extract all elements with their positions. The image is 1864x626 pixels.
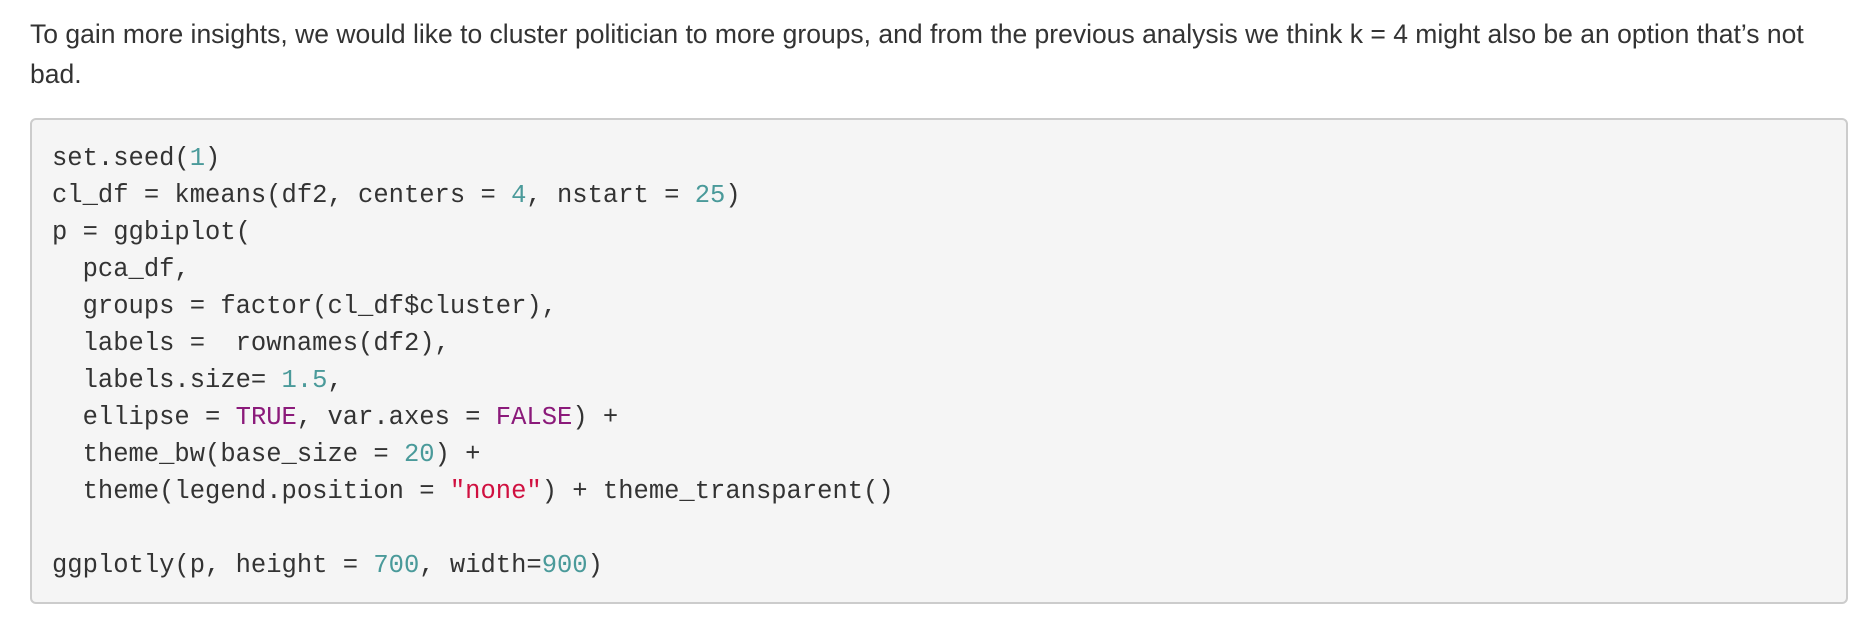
code-text: ) + theme_transparent()	[541, 477, 894, 506]
intro-paragraph: To gain more insights, we would like to …	[30, 19, 1804, 89]
code-text: ) +	[572, 403, 619, 432]
code-line: p = ggbiplot(	[52, 214, 1846, 251]
code-number: 1	[189, 144, 206, 173]
code-text: pca_df,	[52, 255, 190, 284]
code-line: cl_df = kmeans(df2, centers = 4, nstart …	[52, 177, 1846, 214]
code-text: ) +	[434, 440, 481, 469]
code-line: set.seed(1)	[52, 140, 1846, 177]
code-line: ellipse = TRUE, var.axes = FALSE) +	[52, 399, 1846, 436]
code-number: 25	[694, 181, 726, 210]
code-text: , width=	[419, 551, 542, 580]
code-block: set.seed(1) cl_df = kmeans(df2, centers =…	[30, 118, 1848, 604]
code-number: 700	[373, 551, 420, 580]
code-text: theme(legend.position =	[52, 477, 450, 506]
code-text: ,	[327, 366, 343, 395]
code-line: theme_bw(base_size = 20) +	[52, 436, 1846, 473]
code-text: )	[205, 144, 221, 173]
code-line: labels.size= 1.5,	[52, 362, 1846, 399]
code-line: theme(legend.position = "none") + theme_…	[52, 473, 1846, 510]
code-text: p = ggbiplot(	[52, 218, 251, 247]
code-text: labels = rownames(df2),	[52, 329, 450, 358]
code-keyword: TRUE	[235, 403, 297, 432]
code-string: "none"	[449, 477, 542, 506]
code-text: , var.axes =	[296, 403, 496, 432]
code-text: groups = factor(cl_df$cluster),	[52, 292, 557, 321]
code-text: ellipse =	[52, 403, 236, 432]
code-text: ggplotly(p, height =	[52, 551, 374, 580]
code-line: labels = rownames(df2),	[52, 325, 1846, 362]
code-text: )	[587, 551, 603, 580]
code-text: cl_df = kmeans(df2, centers =	[52, 181, 512, 210]
code-keyword: FALSE	[495, 403, 573, 432]
code-text: labels.size=	[52, 366, 282, 395]
code-listing: set.seed(1) cl_df = kmeans(df2, centers =…	[52, 140, 1846, 584]
code-number: 900	[541, 551, 588, 580]
code-number: 4	[511, 181, 527, 210]
code-line: ggplotly(p, height = 700, width=900)	[52, 547, 1846, 584]
code-number: 20	[403, 440, 435, 469]
code-text: )	[725, 181, 741, 210]
code-number: 1.5	[281, 366, 328, 395]
code-text: , nstart =	[526, 181, 695, 210]
code-text: theme_bw(base_size =	[52, 440, 404, 469]
code-line: groups = factor(cl_df$cluster),	[52, 288, 1846, 325]
code-line: pca_df,	[52, 251, 1846, 288]
code-text: set.seed(	[52, 144, 190, 173]
document-content: To gain more insights, we would like to …	[30, 14, 1850, 604]
